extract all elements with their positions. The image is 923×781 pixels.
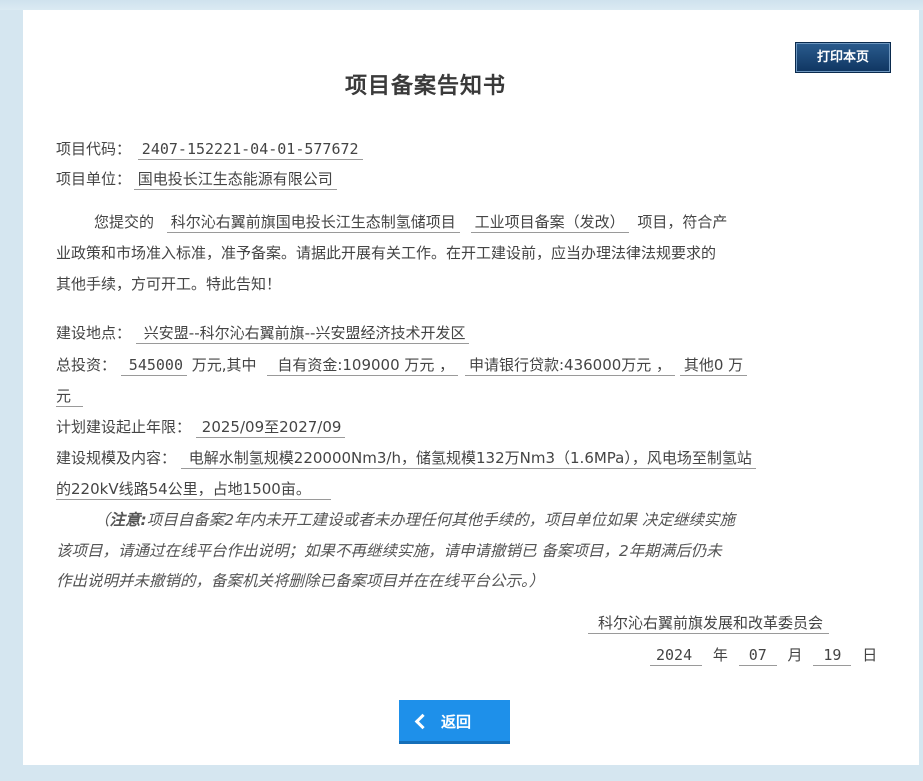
note-open: （ (94, 511, 110, 529)
signature-month: 07 (738, 646, 777, 666)
page-title: 项目备案告知书 (344, 73, 506, 99)
notice-body: 您提交的 科尔沁右翼前旗国电投长江生态制氢储项目 工业项目备案（发改） 项目，符… (56, 207, 891, 300)
project-code-value: 2407-152221-04-01-577672 (137, 140, 363, 160)
body-prefix: 您提交的 (94, 213, 155, 231)
project-code-row: 项目代码： 2407-152221-04-01-577672 (56, 138, 363, 160)
scale-line2: 的220kV线路54公里，占地1500亩。 (56, 480, 331, 500)
investment-other: 其他0 万 (679, 356, 748, 376)
scale-row: 建设规模及内容： 电解水制氢规模220000Nm3/h，储氢规模132万Nm3（… (56, 447, 756, 469)
location-value: 兴安盟--科尔沁右翼前旗--兴安盟经济技术开发区 (135, 324, 470, 344)
investment-loan: 申请银行贷款:436000万元 ， (464, 356, 676, 376)
notice-body-line2: 业政策和市场准入标准，准予备案。请据此开展有关工作。在开工建设前，应当办理法律法… (56, 244, 717, 262)
signature-date-row: 2024 年 07 月 19 日 (650, 644, 878, 666)
scale-row-cont: 的220kV线路54公里，占地1500亩。 (56, 478, 331, 500)
note-line2: 该项目，请通过在线平台作出说明；如果不再继续实施，请申请撤销已 备案项目，2年期… (56, 541, 722, 560)
investment-own: 自有资金:109000 万元 ， (267, 356, 459, 376)
location-row: 建设地点： 兴安盟--科尔沁右翼前旗--兴安盟经济技术开发区 (56, 322, 470, 344)
investment-row: 总投资： 545000 万元,其中 自有资金:109000 万元 ， 申请银行贷… (56, 354, 748, 376)
chevron-left-icon (414, 713, 431, 730)
location-label: 建设地点： (56, 324, 132, 342)
back-button[interactable]: 返回 (399, 700, 510, 744)
signature-org: 科尔沁右翼前旗发展和改革委员会 (588, 614, 830, 634)
investment-other-cont: 元 (56, 387, 84, 407)
back-button-label: 返回 (441, 713, 472, 731)
period-value: 2025/09至2027/09 (195, 418, 346, 438)
signature-day-unit: 日 (862, 646, 878, 664)
body-line1-end: 项目，符合产 (637, 213, 728, 231)
notice-body-line3: 其他手续，方可开工。特此告知！ (56, 275, 282, 293)
project-unit-row: 项目单位： 国电投长江生态能源有限公司 (56, 168, 337, 190)
notice-body-line1: 您提交的 科尔沁右翼前旗国电投长江生态制氢储项目 工业项目备案（发改） 项目，符… (56, 207, 891, 238)
signature-day: 19 (813, 646, 852, 666)
project-unit-label: 项目单位： (56, 170, 132, 188)
top-strip (0, 0, 923, 10)
investment-total: 545000 (120, 356, 187, 376)
investment-mid: 万元,其中 (191, 356, 257, 374)
note-bold: 注意: (109, 511, 147, 529)
project-name-value: 科尔沁右翼前旗国电投长江生态制氢储项目 (166, 213, 460, 233)
project-type-value: 工业项目备案（发改） (470, 213, 629, 233)
investment-row-cont: 元 (56, 385, 84, 407)
project-code-label: 项目代码： (56, 140, 132, 158)
notice-paper: 打印本页 项目备案告知书 项目代码： 2407-152221-04-01-577… (23, 10, 919, 765)
period-row: 计划建设起止年限： 2025/09至2027/09 (56, 416, 346, 438)
signature-year-unit: 年 (712, 646, 728, 664)
signature-month-unit: 月 (787, 646, 803, 664)
notice-note: （注意:项目自备案2年内未开工建设或者未办理任何其他手续的，项目单位如果 决定继… (56, 505, 894, 597)
note-line1-text: 项目自备案2年内未开工建设或者未办理任何其他手续的，项目单位如果 决定继续实施 (146, 511, 736, 529)
investment-label: 总投资： (56, 356, 117, 374)
scale-line1: 电解水制氢规模220000Nm3/h，储氢规模132万Nm3（1.6MPa），风… (180, 449, 756, 469)
signature-org-row: 科尔沁右翼前旗发展和改革委员会 (588, 612, 830, 634)
note-line1: （注意:项目自备案2年内未开工建设或者未办理任何其他手续的，项目单位如果 决定继… (56, 505, 894, 536)
scale-label: 建设规模及内容： (56, 449, 177, 467)
project-unit-value: 国电投长江生态能源有限公司 (133, 170, 337, 190)
signature-year: 2024 (650, 646, 703, 666)
note-line3: 作出说明并未撤销的，备案机关将删除已备案项目并在在线平台公示。） (56, 572, 545, 590)
period-label: 计划建设起止年限： (56, 418, 192, 436)
